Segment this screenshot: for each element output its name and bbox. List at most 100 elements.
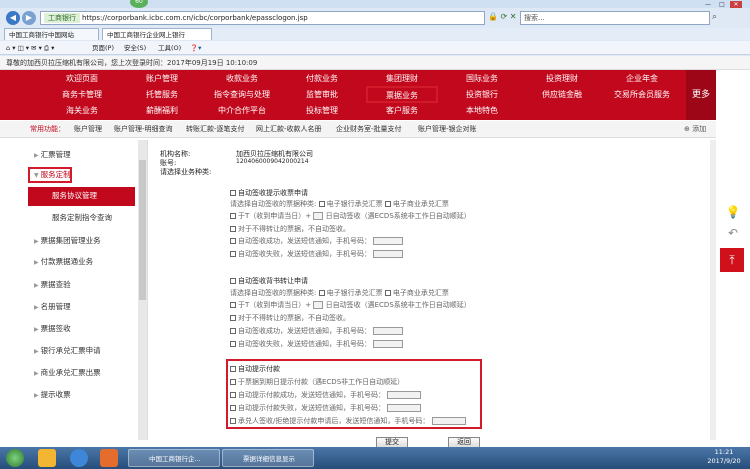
phone-input[interactable] [373,237,404,245]
menu-bills[interactable]: 票据业务 [366,86,438,103]
back-to-top-icon[interactable]: ⤒ [720,248,744,272]
safety-menu[interactable]: 安全(S) [124,41,146,55]
title-bar [0,0,750,8]
menu-custody[interactable]: 托管服务 [122,87,202,103]
sidebar-item-group-bills[interactable]: ▶ 票据集团管理业务 [34,232,101,250]
checkbox[interactable] [230,366,236,372]
kinds-label: 请选择自动签收的票据种类: 电子银行承兑汇票 电子商业承兑汇票 [230,289,449,297]
sidebar-item-bank-acceptance[interactable]: ▶ 银行承兑汇票申请 [34,342,101,360]
sidebar-item-custom-query[interactable]: 服务定制指令查询 [52,209,112,227]
sidebar-item-service-agreement[interactable]: 服务协议管理 [52,187,97,205]
menu-business-card[interactable]: 商务卡管理 [42,87,122,103]
page-menu[interactable]: 页面(P) [92,41,114,55]
menu-customer-service[interactable]: 客户服务 [362,103,442,119]
explorer-icon[interactable] [38,449,56,467]
quick-item[interactable]: 转账汇款-逐笔支付 [186,121,245,138]
tools-menu[interactable]: 工具(O) [158,41,181,55]
quick-item[interactable]: 企业财务室-批量支付 [336,121,402,138]
address-url: https://corporbank.icbc.com.cn/icbc/corp… [82,14,308,22]
section-auto-payment[interactable]: 自动提示付款 [230,364,280,374]
plus-icon: ⊕ [684,125,690,133]
phone-input[interactable] [387,404,422,412]
success-notify-row: 自动签收成功，发送短信通知，手机号码： [230,236,404,246]
quick-item[interactable]: 网上汇款-收款人名册 [256,121,322,138]
fail-notify-row: 自动签收失败，发送短信通知，手机号码： [230,249,404,259]
sidebar-item-receive[interactable]: ▶ 提示收票 [34,386,71,404]
sidebar-item-commercial[interactable]: ▶ 商业承兑汇票出票 [34,364,101,382]
sidebar-item-register[interactable]: ▶ 名册管理 [34,298,71,316]
menu-local[interactable]: 本地特色 [442,103,522,119]
sidebar-scroll-thumb[interactable] [139,160,146,300]
quick-item[interactable]: 账户管理-明细查询 [114,121,173,138]
account-value: 1204060009042000214 [236,158,309,165]
menu-international[interactable]: 国际业务 [442,71,522,87]
maximize-icon[interactable]: □ [716,1,728,8]
menu-customs[interactable]: 海关业务 [42,103,122,119]
success-notify-row: 自动签收成功，发送短信通知，手机号码： [230,326,404,336]
sign-days-row: 于T（收到申请当日）+ 日自动签收（遇ECDS系统非工作日自动顺延） [230,300,471,310]
address-bar[interactable]: 工商银行 https://corporbank.icbc.com.cn/icbc/… [40,11,485,25]
sidebar-item-payment-bills[interactable]: ▶ 付款票据通业务 [34,253,93,271]
clock: 11:21 2017/9/20 [707,448,741,465]
sidebar-item-inspect[interactable]: ▶ 票据查验 [34,276,71,294]
menu-instruction[interactable]: 指令查询与处理 [202,87,282,103]
fail-notify-row: 自动签收失败，发送短信通知，手机号码： [230,339,404,349]
media-icon[interactable] [100,449,118,467]
menu-payment[interactable]: 付款业务 [282,71,362,87]
lightbulb-icon[interactable]: 💡 [722,205,744,225]
no-transfer-row: 对于不得转让的票据，不自动签收。 [230,313,350,323]
checkbox[interactable] [230,278,236,284]
quick-item[interactable]: 账户管理 [74,121,102,138]
section-auto-sign-receive[interactable]: 自动签收提示收票申请 [230,188,308,198]
phone-input[interactable] [373,340,404,348]
forward-icon[interactable]: ▶ [22,11,36,25]
close-icon[interactable]: ✕ [730,1,742,8]
acceptor-notify-row: 承兑人签收/拒绝提示付款申请后，发送短信通知，手机号码： [230,416,466,426]
type-label: 请选择业务种类: [160,168,212,176]
menu-bidding[interactable]: 投标管理 [282,103,362,119]
phone-input[interactable] [373,250,404,258]
quick-item[interactable]: 账户管理-银企对账 [418,121,477,138]
menu-investment[interactable]: 投资理财 [522,71,602,87]
menu-supply-chain[interactable]: 供应链金融 [522,87,602,103]
add-quick-button[interactable]: ⊕ 添加 [684,121,706,138]
undo-icon[interactable]: ↶ [722,226,744,246]
minimize-icon[interactable]: — [702,1,714,8]
menu-exchange[interactable]: 交易所会员服务 [602,87,682,103]
start-icon[interactable] [6,449,24,467]
task-icbc[interactable]: 中国工商银行企... [128,449,220,467]
section-auto-sign-endorse[interactable]: 自动签收背书转让申请 [230,276,308,286]
sidebar-item-sign[interactable]: ▶ 票据签收 [34,320,71,338]
search-icon[interactable]: ⌕ [712,12,717,22]
menu-annuity[interactable]: 企业年金 [602,71,682,87]
menu-group-finance[interactable]: 集团理财 [362,71,442,87]
ie-icon[interactable] [70,449,88,467]
days-input[interactable] [313,212,324,220]
maturity-payment-row: 于票据到期日提示付款（遇ECDS非工作日自动顺延） [230,377,404,387]
back-icon[interactable]: ◀ [6,11,20,25]
help-icon[interactable]: ❓▾ [190,41,201,55]
menu-intermediary[interactable]: 中介合作平台 [202,103,282,119]
home-icon[interactable]: ⌂ ▾ ◫ ▾ ✉ ▾ ⎙ ▾ [6,41,54,55]
phone-input[interactable] [373,327,404,335]
sidebar-item-draft[interactable]: ▶ 汇票管理 [34,146,71,164]
search-input[interactable]: 搜索... [520,11,710,25]
days-input[interactable] [313,301,324,309]
menu-supervision[interactable]: 监管审批 [282,87,362,103]
menu-investment-bank[interactable]: 投资银行 [442,87,522,103]
phone-input[interactable] [431,417,466,425]
tab-icbc-corporate[interactable]: 中国工商银行企业网上银行 [102,28,212,40]
lock-icon: 🔒 ⟳ ✕ [488,12,517,21]
menu-payroll[interactable]: 薪酬福利 [122,103,202,119]
menu-collection[interactable]: 收款业务 [202,71,282,87]
menu-account[interactable]: 账户管理 [122,71,202,87]
sidebar-item-service-custom[interactable]: ▼ 服务定制 [34,166,71,184]
main-scrollbar[interactable] [710,140,716,440]
menu-welcome[interactable]: 欢迎页面 [42,71,122,87]
task-bill-detail[interactable]: 票据详细信息显示 [222,449,314,467]
main-menu: 欢迎页面 账户管理 收款业务 付款业务 集团理财 国际业务 投资理财 企业年金 … [0,70,716,120]
checkbox[interactable] [230,190,236,196]
tab-icbc-china[interactable]: 中国工商银行中国网站 [4,28,99,40]
phone-input[interactable] [387,391,422,399]
menu-more[interactable]: 更多 [686,70,716,120]
